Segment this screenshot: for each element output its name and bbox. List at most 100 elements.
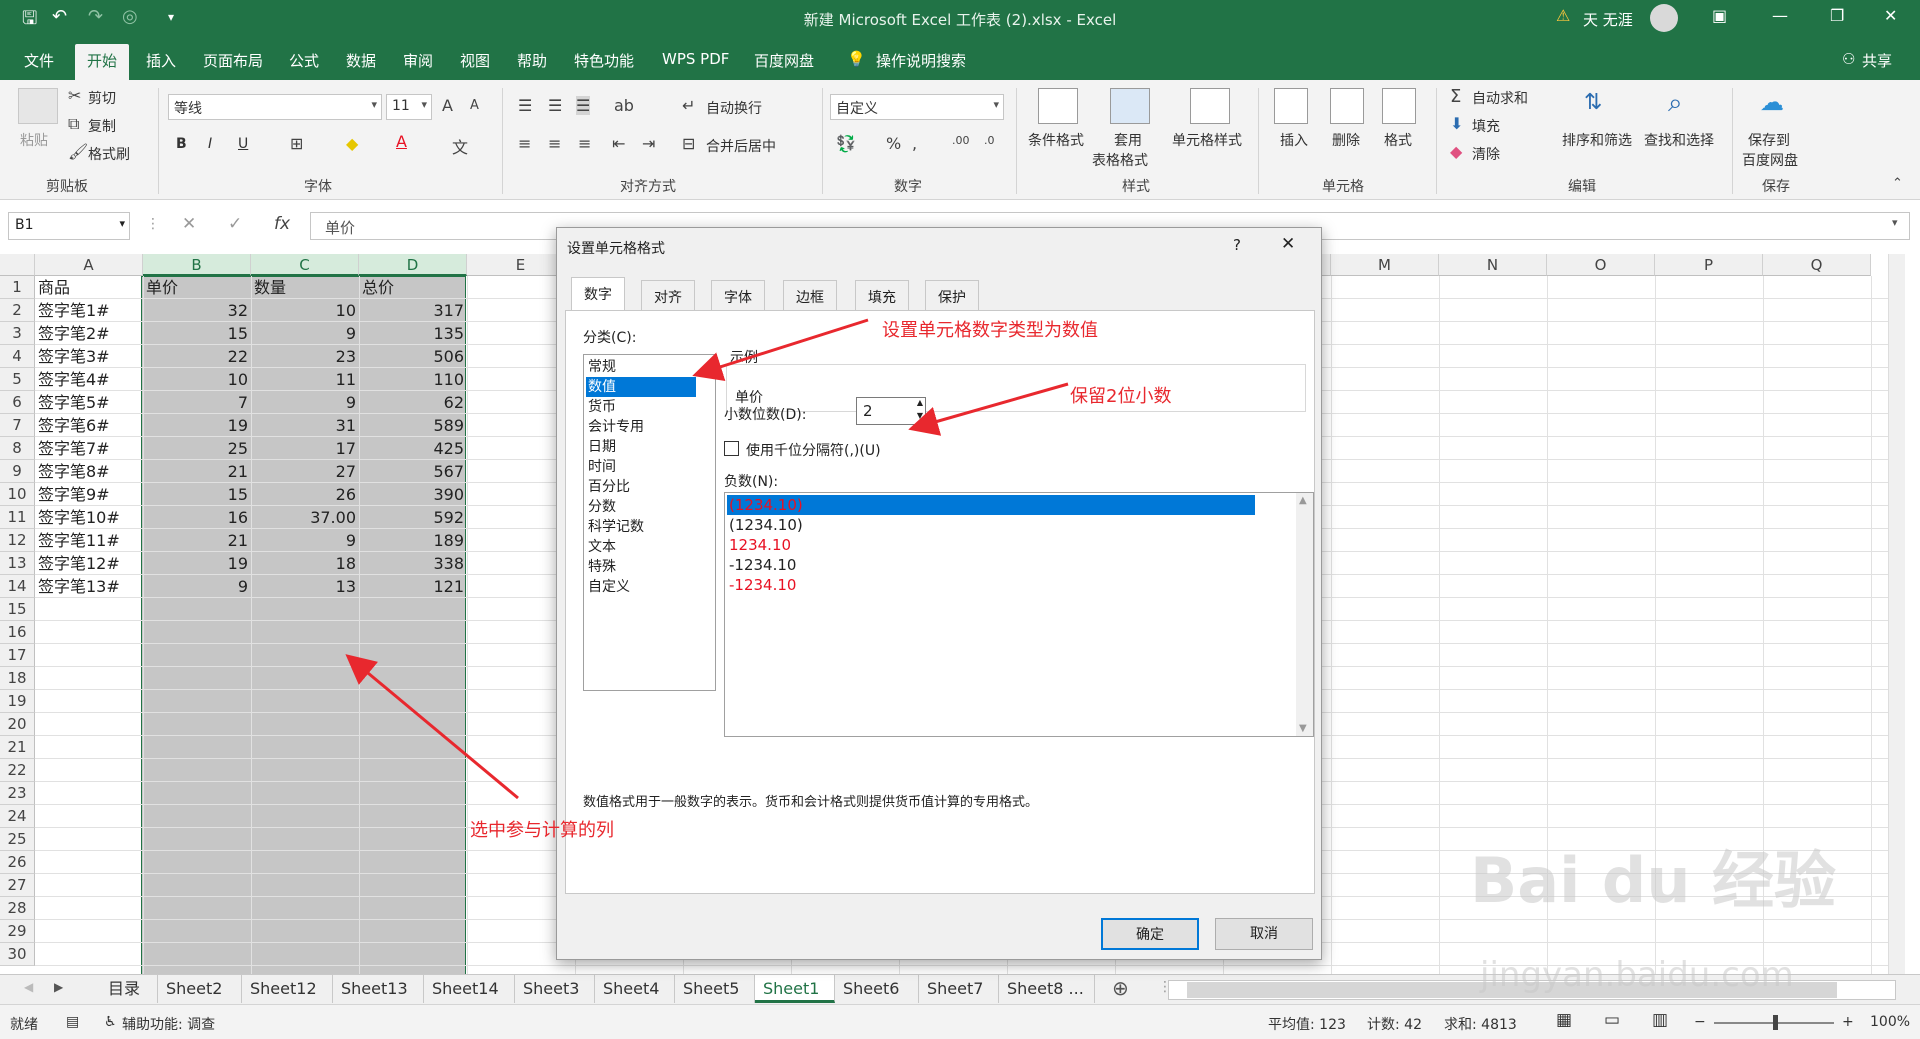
row-header[interactable]: 15	[0, 598, 35, 621]
dialog-tab[interactable]: 填充	[855, 280, 909, 310]
tab-insert[interactable]: 插入	[146, 50, 176, 71]
data-cell[interactable]: 21	[143, 460, 251, 483]
tab-wps-pdf[interactable]: WPS PDF	[662, 50, 729, 68]
align-bottom-icon[interactable]: ☰	[576, 96, 591, 115]
currency-icon[interactable]: 💱	[836, 134, 856, 153]
delete-button[interactable]: 删除	[1332, 130, 1360, 150]
wrap-text-button[interactable]: 自动换行	[706, 98, 762, 118]
row-header[interactable]: 29	[0, 920, 35, 943]
category-item[interactable]: 百分比	[586, 477, 696, 497]
paste-button[interactable]: 粘贴	[20, 130, 48, 150]
data-cell[interactable]: 21	[143, 529, 251, 552]
italic-button[interactable]: I	[208, 136, 212, 152]
data-cell[interactable]: 25	[143, 437, 251, 460]
format-as-table-l1[interactable]: 套用	[1114, 130, 1142, 150]
phonetic-icon[interactable]: 文	[452, 134, 468, 158]
insert-function-icon[interactable]: fx	[274, 214, 290, 234]
next-sheet-icon[interactable]: ▶	[54, 980, 63, 994]
tab-page-layout[interactable]: 页面布局	[203, 50, 263, 71]
row-header[interactable]: 22	[0, 759, 35, 782]
align-right-icon[interactable]: ≡	[578, 134, 591, 153]
data-cell[interactable]: 189	[359, 529, 467, 552]
sheet-tab[interactable]: Sheet14	[424, 975, 515, 1003]
header-cell[interactable]: 总价	[362, 276, 464, 299]
data-cell[interactable]: 317	[359, 299, 467, 322]
data-cell[interactable]: 592	[359, 506, 467, 529]
column-header[interactable]: N	[1439, 254, 1547, 276]
category-item[interactable]: 特殊	[586, 557, 696, 577]
dialog-tab[interactable]: 数字	[571, 277, 625, 311]
expand-formula-icon[interactable]: ▾	[1892, 216, 1898, 229]
dialog-tab[interactable]: 字体	[711, 280, 765, 310]
tab-baidu-netdisk[interactable]: 百度网盘	[754, 50, 814, 71]
scroll-down-icon[interactable]: ▼	[1299, 723, 1307, 734]
data-cell[interactable]: 10	[143, 368, 251, 391]
data-cell[interactable]: 32	[143, 299, 251, 322]
sheet-tab[interactable]: 目录	[100, 975, 158, 1003]
save-baidu-l1[interactable]: 保存到	[1748, 130, 1790, 150]
data-cell[interactable]: 19	[143, 552, 251, 575]
negative-format-item[interactable]: -1234.10	[727, 555, 1255, 575]
row-header[interactable]: 1	[0, 276, 35, 299]
collapse-ribbon-icon[interactable]: ⌃	[1892, 176, 1903, 191]
zoom-in-icon[interactable]: +	[1842, 1014, 1854, 1030]
align-middle-icon[interactable]: ☰	[548, 96, 562, 115]
row-header[interactable]: 26	[0, 851, 35, 874]
align-top-icon[interactable]: ☰	[518, 96, 532, 115]
help-button[interactable]: ?	[1233, 236, 1241, 254]
fill-color-icon[interactable]: ◆	[346, 134, 358, 153]
thousands-checkbox[interactable]	[724, 441, 739, 456]
restore-icon[interactable]: ❐	[1830, 6, 1844, 25]
category-item[interactable]: 时间	[586, 457, 696, 477]
data-cell[interactable]: 16	[143, 506, 251, 529]
user-name[interactable]: 天 无涯	[1583, 9, 1633, 30]
number-format-select[interactable]: 自定义 ▾	[830, 94, 1004, 120]
normal-view-icon[interactable]: ▦	[1556, 1010, 1572, 1030]
column-header[interactable]: M	[1331, 254, 1439, 276]
data-cell[interactable]: 签字笔12#	[35, 552, 143, 575]
row-header[interactable]: 17	[0, 644, 35, 667]
data-cell[interactable]: 567	[359, 460, 467, 483]
font-size-select[interactable]: 11 ▾	[386, 94, 432, 120]
data-cell[interactable]: 15	[143, 483, 251, 506]
align-center-icon[interactable]: ≡	[548, 134, 561, 153]
data-cell[interactable]: 31	[251, 414, 359, 437]
tab-formulas[interactable]: 公式	[289, 50, 319, 71]
decrease-decimal-icon[interactable]: .0	[984, 134, 995, 147]
conditional-format-button[interactable]: 条件格式	[1028, 130, 1084, 150]
column-header[interactable]: B	[143, 254, 251, 276]
font-color-icon[interactable]: A	[396, 132, 407, 151]
data-cell[interactable]: 签字笔5#	[35, 391, 143, 414]
data-cell[interactable]: 121	[359, 575, 467, 598]
sheet-tab[interactable]: Sheet1	[755, 975, 835, 1003]
data-cell[interactable]: 9	[143, 575, 251, 598]
negative-format-item[interactable]: 1234.10	[727, 535, 1255, 555]
data-cell[interactable]: 签字笔8#	[35, 460, 143, 483]
sheet-tab[interactable]: Sheet12	[242, 975, 333, 1003]
increase-indent-icon[interactable]: ⇥	[642, 134, 655, 153]
format-button[interactable]: 格式	[1384, 130, 1412, 150]
data-cell[interactable]: 22	[143, 345, 251, 368]
sheet-tab[interactable]: Sheet2	[158, 975, 242, 1003]
data-cell[interactable]: 135	[359, 322, 467, 345]
cut-button[interactable]: 剪切	[88, 88, 116, 108]
underline-button[interactable]: U	[238, 136, 248, 152]
zoom-out-icon[interactable]: −	[1694, 1014, 1706, 1030]
sheet-tab[interactable]: Sheet6	[835, 975, 919, 1003]
tab-home[interactable]: 开始	[75, 44, 130, 80]
data-cell[interactable]: 62	[359, 391, 467, 414]
row-header[interactable]: 27	[0, 874, 35, 897]
accessibility-status[interactable]: 辅助功能: 调查	[122, 1014, 215, 1034]
select-all-corner[interactable]	[0, 254, 35, 276]
row-header[interactable]: 6	[0, 391, 35, 414]
row-header[interactable]: 14	[0, 575, 35, 598]
close-button[interactable]: ✕	[1281, 234, 1295, 254]
row-header[interactable]: 3	[0, 322, 35, 345]
zoom-level[interactable]: 100%	[1870, 1014, 1910, 1030]
category-item[interactable]: 分数	[586, 497, 696, 517]
ok-button[interactable]: 确定	[1101, 918, 1199, 950]
increase-decimal-icon[interactable]: .00	[952, 134, 970, 147]
name-box[interactable]: B1 ▾	[8, 212, 130, 240]
category-item[interactable]: 自定义	[586, 577, 696, 597]
data-cell[interactable]: 390	[359, 483, 467, 506]
